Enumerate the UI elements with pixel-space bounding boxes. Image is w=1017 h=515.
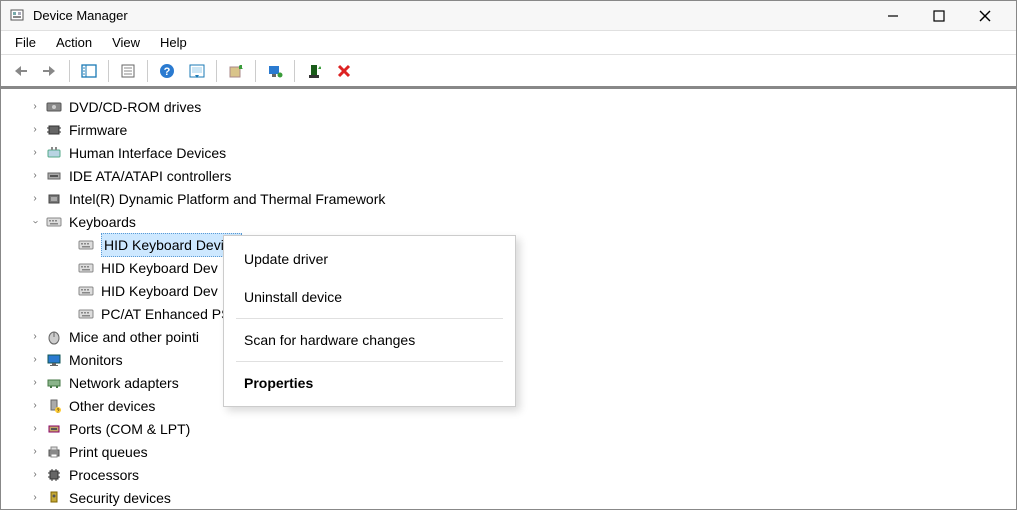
tree-label: Monitors — [69, 349, 123, 371]
context-update-driver[interactable]: Update driver — [224, 240, 515, 278]
unknown-device-icon: ? — [45, 398, 63, 414]
printer-icon — [45, 444, 63, 460]
tree-item-ports[interactable]: › Ports (COM & LPT) — [1, 417, 1016, 440]
toolbar-sep — [108, 60, 109, 82]
keyboard-icon — [77, 237, 95, 253]
expander-icon[interactable]: › — [29, 165, 41, 187]
hid-icon — [45, 145, 63, 161]
context-uninstall-device[interactable]: Uninstall device — [224, 278, 515, 316]
toolbar-sep — [69, 60, 70, 82]
monitor-icon — [45, 352, 63, 368]
context-menu: Update driver Uninstall device Scan for … — [223, 235, 516, 407]
expander-icon[interactable]: › — [29, 464, 41, 486]
keyboard-icon — [45, 214, 63, 230]
svg-text:?: ? — [57, 408, 60, 414]
tree-label: Firmware — [69, 119, 127, 141]
tree-item-security[interactable]: › Security devices — [1, 486, 1016, 509]
ide-icon — [45, 168, 63, 184]
expander-icon[interactable]: › — [29, 188, 41, 210]
tree-label: Security devices — [69, 487, 171, 509]
tree-item-dvd[interactable]: › DVD/CD-ROM drives — [1, 95, 1016, 118]
keyboard-icon — [77, 306, 95, 322]
help-button[interactable]: ? — [154, 58, 180, 84]
expander-icon[interactable]: › — [29, 418, 41, 440]
expander-icon[interactable]: › — [29, 326, 41, 348]
cpu-icon — [45, 467, 63, 483]
scan-hardware-button[interactable] — [184, 58, 210, 84]
expander-icon[interactable]: › — [29, 349, 41, 371]
expander-icon[interactable]: › — [29, 441, 41, 463]
svg-text:?: ? — [164, 66, 171, 78]
forward-button[interactable] — [37, 58, 63, 84]
toolbar: ? — [1, 55, 1016, 89]
menu-view[interactable]: View — [102, 32, 150, 53]
expander-icon[interactable]: › — [24, 216, 46, 228]
context-scan-hardware[interactable]: Scan for hardware changes — [224, 321, 515, 359]
keyboard-icon — [77, 283, 95, 299]
expander-icon[interactable]: › — [29, 142, 41, 164]
add-legacy-button[interactable] — [301, 58, 327, 84]
expander-icon[interactable]: › — [29, 487, 41, 509]
tree-label: Processors — [69, 464, 139, 486]
tree-label: Mice and other pointi — [69, 326, 199, 348]
tree-label: HID Keyboard Dev — [101, 257, 218, 279]
network-icon — [45, 375, 63, 391]
port-icon — [45, 421, 63, 437]
tree-label: Other devices — [69, 395, 155, 417]
tree-label: DVD/CD-ROM drives — [69, 96, 201, 118]
mouse-icon — [45, 329, 63, 345]
window-title: Device Manager — [33, 8, 870, 23]
close-button[interactable] — [962, 1, 1008, 31]
tree-label: PC/AT Enhanced PS — [101, 303, 230, 325]
tree-label: IDE ATA/ATAPI controllers — [69, 165, 231, 187]
tree-label: Human Interface Devices — [69, 142, 226, 164]
context-sep — [236, 361, 503, 362]
back-button[interactable] — [7, 58, 33, 84]
toolbar-sep — [147, 60, 148, 82]
tree-item-processors[interactable]: › Processors — [1, 463, 1016, 486]
tree-label: Network adapters — [69, 372, 179, 394]
security-icon — [45, 490, 63, 506]
menu-action[interactable]: Action — [46, 32, 102, 53]
toolbar-sep — [216, 60, 217, 82]
tree-label: HID Keyboard Device — [101, 233, 242, 257]
expander-icon[interactable]: › — [29, 96, 41, 118]
tree-label: HID Keyboard Dev — [101, 280, 218, 302]
tree-label: Keyboards — [69, 211, 136, 233]
menu-bar: File Action View Help — [1, 31, 1016, 55]
expander-icon[interactable]: › — [29, 372, 41, 394]
chip-icon — [45, 122, 63, 138]
app-icon — [9, 8, 25, 24]
device-tree[interactable]: › DVD/CD-ROM drives › Firmware › Human I… — [1, 89, 1016, 515]
show-hide-tree-button[interactable] — [76, 58, 102, 84]
menu-file[interactable]: File — [5, 32, 46, 53]
enable-device-button[interactable] — [262, 58, 288, 84]
tree-item-keyboards[interactable]: › Keyboards — [1, 210, 1016, 233]
tree-item-firmware[interactable]: › Firmware — [1, 118, 1016, 141]
update-driver-button[interactable] — [223, 58, 249, 84]
tree-item-hid[interactable]: › Human Interface Devices — [1, 141, 1016, 164]
tree-item-print[interactable]: › Print queues — [1, 440, 1016, 463]
tree-label: Print queues — [69, 441, 148, 463]
minimize-button[interactable] — [870, 1, 916, 31]
expander-icon[interactable]: › — [29, 119, 41, 141]
context-sep — [236, 318, 503, 319]
title-bar: Device Manager — [1, 1, 1016, 31]
toolbar-sep — [255, 60, 256, 82]
toolbar-sep — [294, 60, 295, 82]
tree-item-ide[interactable]: › IDE ATA/ATAPI controllers — [1, 164, 1016, 187]
expander-icon[interactable]: › — [29, 395, 41, 417]
window-controls — [870, 1, 1008, 31]
tree-item-intel[interactable]: › Intel(R) Dynamic Platform and Thermal … — [1, 187, 1016, 210]
maximize-button[interactable] — [916, 1, 962, 31]
tree-label: Ports (COM & LPT) — [69, 418, 190, 440]
tree-label: Intel(R) Dynamic Platform and Thermal Fr… — [69, 188, 385, 210]
context-properties[interactable]: Properties — [224, 364, 515, 402]
disc-drive-icon — [45, 99, 63, 115]
keyboard-icon — [77, 260, 95, 276]
menu-help[interactable]: Help — [150, 32, 197, 53]
properties-button[interactable] — [115, 58, 141, 84]
uninstall-device-button[interactable] — [331, 58, 357, 84]
chip-icon — [45, 191, 63, 207]
